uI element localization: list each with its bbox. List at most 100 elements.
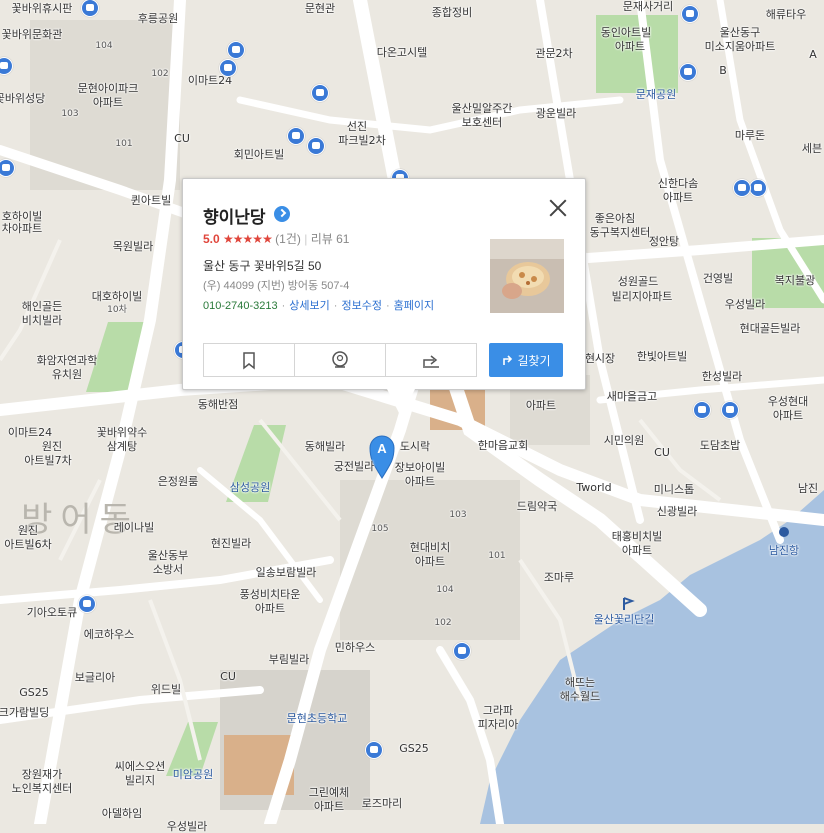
- map-label[interactable]: 차아파트: [2, 222, 42, 235]
- map-label[interactable]: CU: [220, 670, 236, 683]
- map-label[interactable]: 그린예체: [309, 786, 349, 799]
- map-label[interactable]: 다온고시텔: [377, 46, 428, 59]
- map-label[interactable]: 정안탕: [649, 235, 679, 248]
- map-label[interactable]: 기아오토큐: [27, 606, 78, 619]
- map-label[interactable]: 새마을금고: [607, 390, 658, 403]
- map-label[interactable]: 현대비치: [410, 541, 450, 554]
- map-label[interactable]: 101: [115, 138, 132, 151]
- map-label[interactable]: 꽃바위성당: [0, 92, 45, 105]
- map-label[interactable]: 문현아이파크: [78, 82, 139, 95]
- map-label[interactable]: 파크빌2차: [338, 134, 385, 147]
- map-label[interactable]: 화암자연과학: [37, 354, 98, 367]
- map-label[interactable]: 아트빌7차: [24, 454, 71, 467]
- map-label[interactable]: 103: [449, 509, 466, 522]
- detail-link[interactable]: 상세보기: [289, 300, 329, 312]
- homepage-link[interactable]: 홈페이지: [394, 300, 434, 312]
- map-label[interactable]: 소방서: [153, 563, 183, 576]
- map-label[interactable]: 민하우스: [335, 641, 375, 654]
- map-label[interactable]: 문현관: [305, 2, 335, 15]
- map-label[interactable]: Tworld: [576, 481, 611, 494]
- close-icon[interactable]: [547, 197, 569, 219]
- map-label[interactable]: A: [809, 48, 817, 61]
- map-label[interactable]: 문현초등학교: [287, 712, 348, 725]
- map-label[interactable]: 문재공원: [636, 88, 676, 101]
- map-label[interactable]: 궁전빌라: [334, 460, 374, 473]
- map-label[interactable]: 102: [434, 617, 451, 630]
- place-photo[interactable]: [490, 239, 564, 313]
- map-label[interactable]: 아파트: [314, 800, 344, 813]
- map-label[interactable]: 회민아트빌: [234, 148, 285, 161]
- map-label[interactable]: 한빛아트빌: [637, 350, 688, 363]
- map-label[interactable]: 빌리지아파트: [612, 290, 673, 303]
- map-label[interactable]: 아파트: [663, 191, 693, 204]
- arrow-right-circle-icon[interactable]: [274, 206, 290, 222]
- map-label[interactable]: 관문2차: [535, 47, 572, 60]
- map-label[interactable]: 도담초밥: [700, 439, 740, 452]
- map-label[interactable]: 레이나빌: [114, 521, 154, 534]
- map-label[interactable]: 드림약국: [517, 500, 557, 513]
- map-label[interactable]: 그라파: [483, 704, 513, 717]
- map-label[interactable]: 아파트: [255, 602, 285, 615]
- map-label[interactable]: 건영빌: [703, 272, 733, 285]
- share-button[interactable]: [386, 344, 476, 376]
- map-label[interactable]: 피자리아: [478, 718, 518, 731]
- map-label[interactable]: 아델하임: [102, 807, 142, 820]
- map-label[interactable]: 위드빌: [151, 683, 181, 696]
- map-label[interactable]: 102: [151, 68, 168, 81]
- map-label[interactable]: 미소지움아파트: [705, 40, 776, 53]
- bus-stop-icon[interactable]: [78, 595, 96, 613]
- bus-stop-icon[interactable]: [749, 179, 767, 197]
- map-label[interactable]: 선진: [347, 120, 367, 133]
- map-label[interactable]: 꽃바위문화관: [2, 28, 63, 41]
- map-label[interactable]: 울산꽃리단길: [594, 613, 655, 626]
- map-label[interactable]: 105: [371, 523, 388, 536]
- map-label[interactable]: 해뜨는: [565, 676, 595, 689]
- map-label[interactable]: GS25: [399, 742, 429, 755]
- bus-stop-icon[interactable]: [287, 127, 305, 145]
- map-label[interactable]: 동해반점: [198, 398, 238, 411]
- bus-stop-icon[interactable]: [307, 137, 325, 155]
- bus-stop-icon[interactable]: [219, 59, 237, 77]
- map-label[interactable]: 세븐: [802, 142, 822, 155]
- map-label[interactable]: 대호하이빌: [92, 290, 143, 303]
- map-label[interactable]: 동인아트빌: [601, 26, 652, 39]
- map-label[interactable]: 이마트24: [8, 426, 52, 439]
- map-label[interactable]: 해류타우: [766, 8, 806, 21]
- map-label[interactable]: 아파트: [526, 399, 556, 412]
- map-label[interactable]: 노인복지센터: [12, 782, 73, 795]
- map-label[interactable]: 현시장: [585, 352, 615, 365]
- streetview-button[interactable]: [295, 344, 386, 376]
- map-label[interactable]: CU: [654, 446, 670, 459]
- map-label[interactable]: 101: [488, 550, 505, 563]
- map-label[interactable]: 보호센터: [462, 116, 502, 129]
- map-label[interactable]: 빌리지: [125, 774, 155, 787]
- place-phone[interactable]: 010-2740-3213: [203, 300, 278, 312]
- map-label[interactable]: 남진: [798, 482, 818, 495]
- map-label[interactable]: 목원빌라: [113, 240, 153, 253]
- map-label[interactable]: 후릉공원: [138, 12, 178, 25]
- bus-stop-icon[interactable]: [311, 84, 329, 102]
- route-button[interactable]: 길찾기: [489, 343, 563, 377]
- map-label[interactable]: 아파트: [773, 409, 803, 422]
- map-label[interactable]: 은정원룸: [158, 475, 198, 488]
- map-label[interactable]: 미암공원: [173, 768, 213, 781]
- map-label[interactable]: 조마루: [544, 571, 574, 584]
- map-label[interactable]: 장원재가: [22, 768, 62, 781]
- map-label[interactable]: 104: [436, 584, 453, 597]
- map-label[interactable]: 종합정비: [432, 6, 472, 19]
- bus-stop-icon[interactable]: [693, 401, 711, 419]
- map-label[interactable]: 도시락: [400, 440, 430, 453]
- map-label[interactable]: 퀸아트빌: [131, 194, 171, 207]
- map-label[interactable]: 우성현대: [768, 395, 808, 408]
- map-label[interactable]: 씨에스오션: [115, 760, 166, 773]
- map-label[interactable]: 우성빌라: [725, 298, 765, 311]
- map-label[interactable]: 신한다솜: [658, 177, 698, 190]
- map-label[interactable]: 동해빌라: [305, 440, 345, 453]
- map-label[interactable]: 아파트: [415, 555, 445, 568]
- map-label[interactable]: 해수월드: [560, 690, 600, 703]
- map-label[interactable]: GS25: [19, 686, 49, 699]
- map-label[interactable]: 남진항: [769, 544, 799, 557]
- review-count[interactable]: 리뷰 61: [311, 232, 350, 246]
- map-label[interactable]: 복지불광: [775, 274, 815, 287]
- map-label[interactable]: 아파트: [93, 96, 123, 109]
